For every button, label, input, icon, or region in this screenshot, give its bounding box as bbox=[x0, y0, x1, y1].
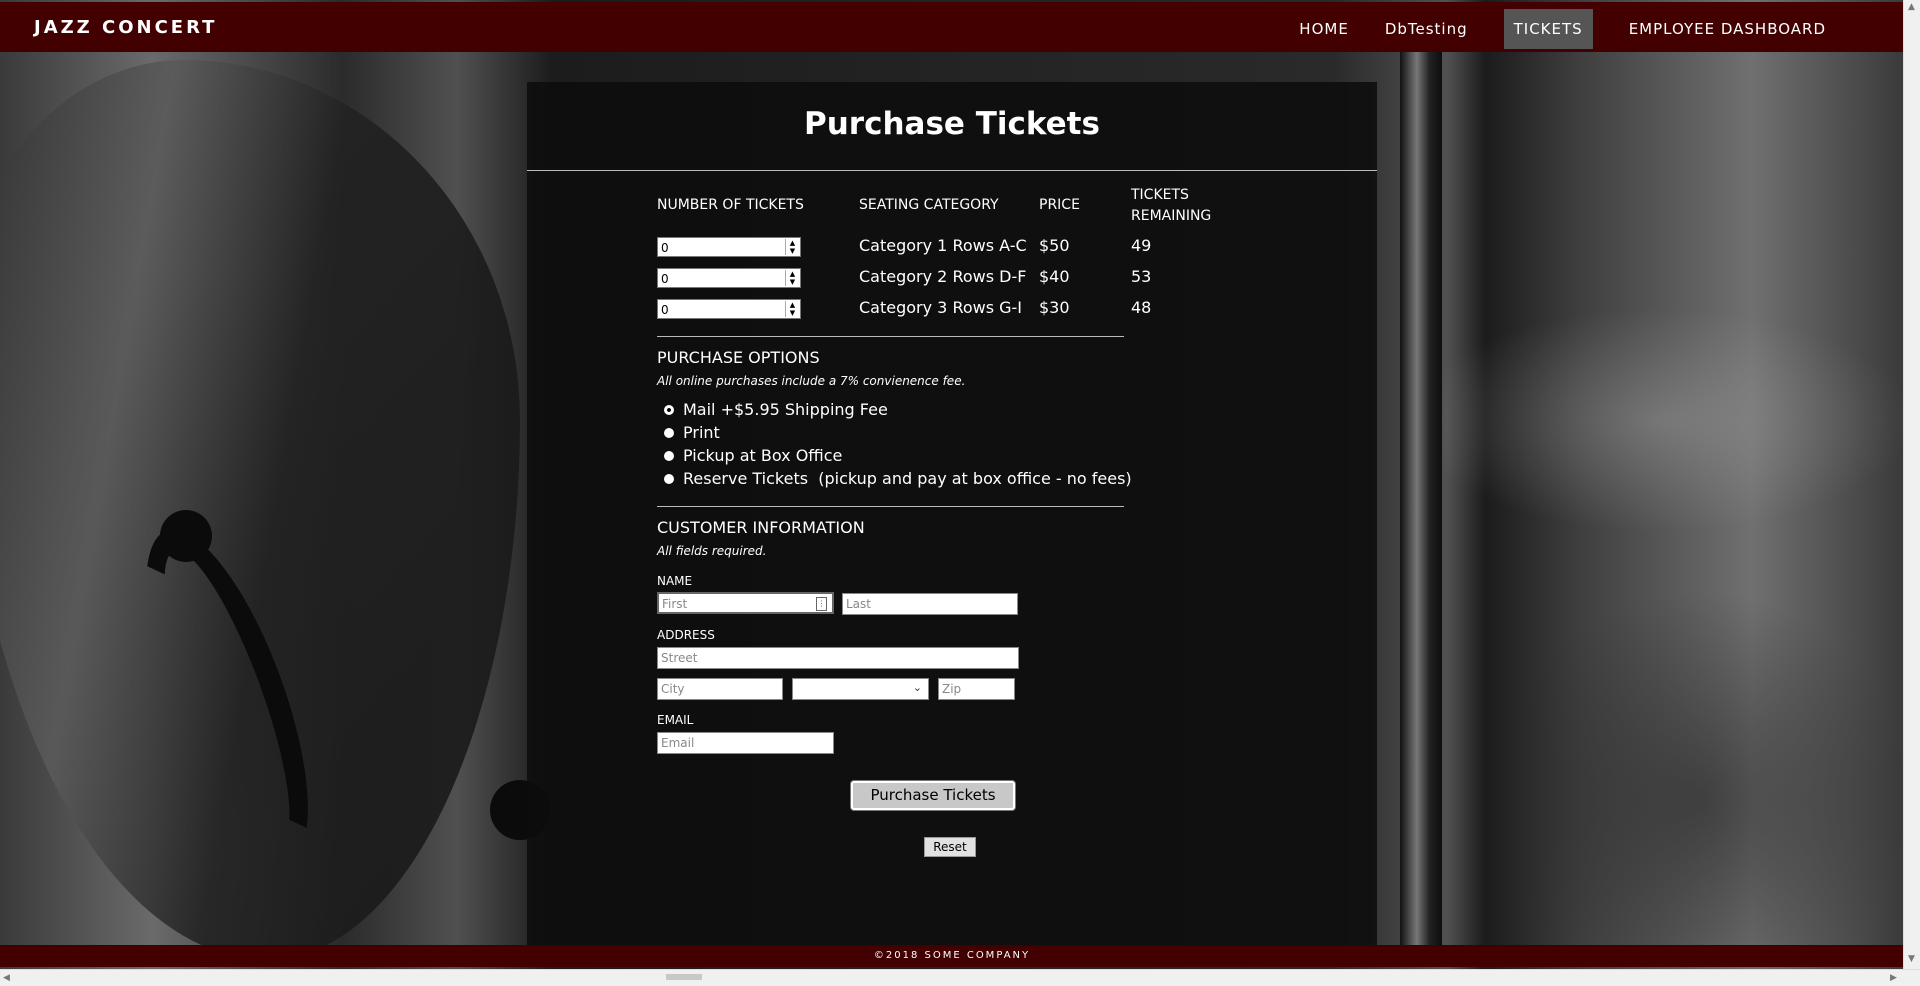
option-label: Reserve Tickets (pickup and pay at box o… bbox=[683, 469, 1132, 488]
horizontal-scrollbar[interactable]: ◀ ▶ bbox=[0, 969, 1920, 986]
ticket-qty-input-cat2[interactable]: 0 ▲ ▼ bbox=[657, 268, 801, 288]
ticket-price: $40 bbox=[1039, 267, 1070, 286]
tickets-remaining: 53 bbox=[1131, 267, 1152, 286]
option-pickup[interactable]: Pickup at Box Office bbox=[664, 446, 842, 465]
ticket-price: $30 bbox=[1039, 298, 1070, 317]
scroll-thumb[interactable] bbox=[666, 974, 702, 980]
section-divider bbox=[657, 506, 1124, 507]
scroll-left-icon[interactable]: ◀ bbox=[3, 973, 10, 983]
option-mail[interactable]: Mail +$5.95 Shipping Fee bbox=[664, 400, 888, 419]
city-input[interactable]: City bbox=[657, 678, 783, 700]
option-label: Print bbox=[683, 423, 720, 442]
customer-info-note: All fields required. bbox=[657, 544, 767, 558]
state-select[interactable]: ⌄ bbox=[792, 678, 929, 700]
brand-logo[interactable]: JAZZ CONCERT bbox=[34, 17, 217, 38]
ticket-price: $50 bbox=[1039, 236, 1070, 255]
nav-home[interactable]: HOME bbox=[1281, 9, 1367, 49]
customer-info-title: CUSTOMER INFORMATION bbox=[657, 518, 865, 537]
radio-mail[interactable] bbox=[664, 404, 674, 415]
ticket-qty-input-cat1[interactable]: 0 ▲ ▼ bbox=[657, 237, 801, 257]
spinner-icon[interactable]: ▲ ▼ bbox=[785, 270, 799, 286]
tickets-remaining: 49 bbox=[1131, 236, 1152, 255]
f-hole-top-dot bbox=[160, 510, 212, 562]
autofill-icon[interactable]: ⋮ bbox=[816, 597, 827, 611]
seating-category: Category 1 Rows A-C bbox=[859, 236, 1027, 255]
chevron-down-icon: ⌄ bbox=[912, 681, 922, 694]
option-print[interactable]: Print bbox=[664, 423, 720, 442]
ticket-qty-value: 0 bbox=[661, 272, 669, 286]
page-title: Purchase Tickets bbox=[804, 106, 1100, 142]
nav-menu: HOME DbTesting TICKETS EMPLOYEE DASHBOAR… bbox=[1281, 9, 1904, 49]
header-seating-category: SEATING CATEGORY bbox=[859, 197, 999, 213]
address-label: ADDRESS bbox=[657, 628, 715, 642]
option-label: Pickup at Box Office bbox=[683, 446, 843, 465]
seating-category: Category 3 Rows G-I bbox=[859, 298, 1023, 317]
header-tickets-remaining: TICKETS REMAINING bbox=[1131, 185, 1211, 227]
first-name-input[interactable]: First ⋮ bbox=[657, 592, 834, 614]
seating-category: Category 2 Rows D-F bbox=[859, 267, 1027, 286]
scroll-up-icon[interactable]: ▲ bbox=[1908, 2, 1915, 12]
purchase-options-title: PURCHASE OPTIONS bbox=[657, 348, 820, 367]
cymbal-stand-image bbox=[1400, 52, 1442, 952]
header-price: PRICE bbox=[1039, 197, 1080, 213]
ticket-qty-value: 0 bbox=[661, 303, 669, 317]
nav-employee-dashboard[interactable]: EMPLOYEE DASHBOARD bbox=[1611, 9, 1844, 49]
option-label: Mail +$5.95 Shipping Fee bbox=[683, 400, 888, 419]
street-input[interactable]: Street bbox=[657, 647, 1019, 669]
footer: ©2018 SOME COMPANY bbox=[0, 945, 1904, 967]
spinner-icon[interactable]: ▲ ▼ bbox=[785, 301, 799, 317]
radio-pickup[interactable] bbox=[664, 450, 674, 461]
purchase-options-note: All online purchases include a 7% convie… bbox=[657, 374, 966, 388]
zip-input[interactable]: Zip bbox=[938, 678, 1015, 700]
purchase-tickets-button[interactable]: Purchase Tickets bbox=[851, 781, 1015, 810]
nav-dbtesting[interactable]: DbTesting bbox=[1367, 9, 1486, 49]
first-name-placeholder: First bbox=[662, 597, 688, 611]
email-input[interactable]: Email bbox=[657, 732, 834, 754]
city-placeholder: City bbox=[661, 682, 685, 696]
radio-print[interactable] bbox=[664, 427, 674, 438]
nav-tickets[interactable]: TICKETS bbox=[1503, 9, 1593, 49]
scroll-down-icon[interactable]: ▼ bbox=[1908, 954, 1915, 964]
tickets-remaining: 48 bbox=[1131, 298, 1152, 317]
reset-button[interactable]: Reset bbox=[924, 837, 976, 857]
top-navbar: JAZZ CONCERT HOME DbTesting TICKETS EMPL… bbox=[0, 2, 1904, 52]
title-divider bbox=[527, 170, 1377, 171]
header-number-of-tickets: NUMBER OF TICKETS bbox=[657, 197, 804, 213]
section-divider bbox=[657, 336, 1124, 337]
email-placeholder: Email bbox=[661, 736, 695, 750]
street-placeholder: Street bbox=[661, 651, 698, 665]
ticket-qty-value: 0 bbox=[661, 241, 669, 255]
scroll-right-icon[interactable]: ▶ bbox=[1890, 973, 1897, 983]
ticket-qty-input-cat3[interactable]: 0 ▲ ▼ bbox=[657, 299, 801, 319]
vertical-scrollbar[interactable]: ▲ ▼ bbox=[1903, 0, 1920, 969]
purchase-panel: Purchase Tickets NUMBER OF TICKETS SEATI… bbox=[527, 82, 1377, 945]
last-name-placeholder: Last bbox=[846, 597, 871, 611]
radio-reserve[interactable] bbox=[664, 473, 674, 484]
email-label: EMAIL bbox=[657, 713, 694, 727]
name-label: NAME bbox=[657, 574, 693, 588]
option-reserve[interactable]: Reserve Tickets (pickup and pay at box o… bbox=[664, 469, 1132, 488]
header-remaining-line2: REMAINING bbox=[1131, 208, 1212, 224]
zip-placeholder: Zip bbox=[942, 682, 962, 696]
last-name-input[interactable]: Last bbox=[842, 593, 1018, 615]
header-remaining-line1: TICKETS bbox=[1131, 187, 1189, 203]
spinner-icon[interactable]: ▲ ▼ bbox=[785, 239, 799, 255]
